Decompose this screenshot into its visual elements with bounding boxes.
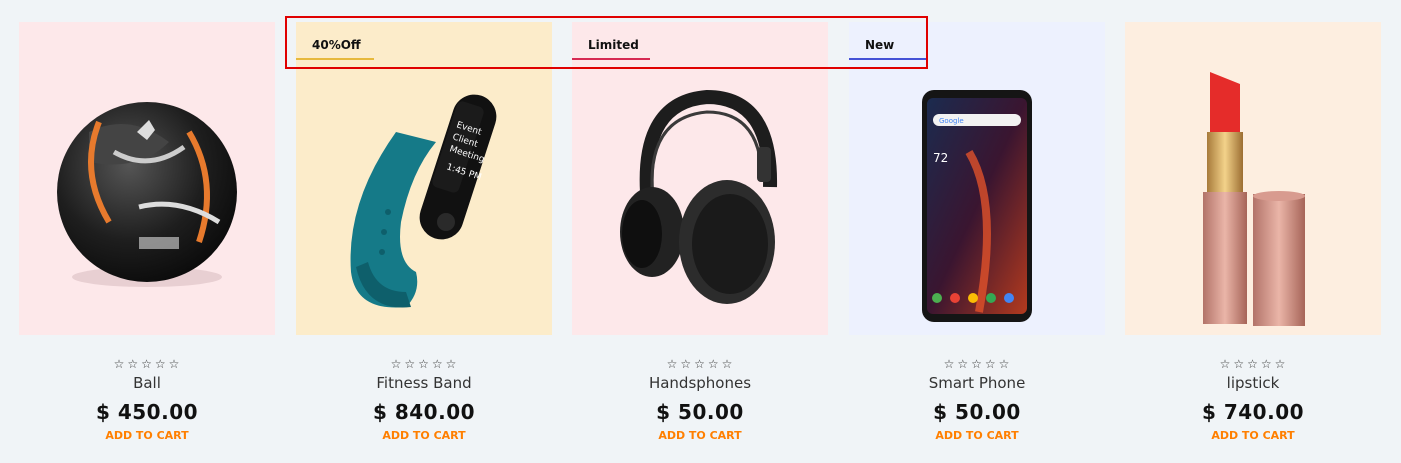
star-icon: ☆	[971, 357, 983, 371]
product-card-smart-phone[interactable]: New Google 72 ☆ ☆ ☆ ☆ ☆ Smart Phone $ 50…	[849, 22, 1105, 443]
product-price: $ 50.00	[656, 400, 744, 424]
badge-underline	[849, 58, 927, 60]
rating-stars: ☆ ☆ ☆ ☆ ☆	[572, 357, 828, 371]
product-name[interactable]: Ball	[19, 374, 275, 392]
star-icon: ☆	[680, 357, 693, 371]
product-grid: ☆ ☆ ☆ ☆ ☆ Ball $ 450.00 ADD TO CART 40%O…	[0, 0, 1401, 463]
product-image-box[interactable]: New Google 72	[849, 22, 1105, 335]
headphones-image	[620, 89, 778, 304]
add-to-cart-button[interactable]: ADD TO CART	[19, 429, 275, 443]
phone-temperature: 72	[933, 151, 948, 165]
phone-search-label: Google	[939, 117, 964, 125]
star-icon: ☆	[694, 357, 706, 371]
fitness-band-image: Event Client Meeting 1:45 PM	[350, 94, 497, 308]
rating-stars: ☆ ☆ ☆ ☆ ☆	[849, 357, 1105, 371]
star-icon: ☆	[1247, 357, 1259, 371]
smartphone-image: Google 72	[922, 90, 1032, 322]
football-image	[57, 102, 237, 287]
product-image-box[interactable]: 40%Off Event Client Meeting 1:45 PM	[296, 22, 552, 335]
star-icon: ☆	[721, 357, 734, 371]
lipstick-image	[1203, 72, 1305, 326]
limited-badge: Limited	[572, 36, 650, 60]
product-card-headphones[interactable]: Limited ☆ ☆ ☆ ☆ ☆ Handsphones $ 50.00 AD…	[572, 22, 828, 443]
star-icon: ☆	[957, 357, 970, 371]
badge-label: 40%Off	[312, 38, 361, 52]
star-icon: ☆	[707, 357, 720, 371]
star-icon: ☆	[431, 357, 444, 371]
star-icon: ☆	[666, 357, 679, 371]
star-icon: ☆	[418, 357, 430, 371]
product-price: $ 50.00	[933, 400, 1021, 424]
rating-stars: ☆ ☆ ☆ ☆ ☆	[296, 357, 552, 371]
product-name[interactable]: Fitness Band	[296, 374, 552, 392]
star-icon: ☆	[168, 357, 181, 371]
add-to-cart-button[interactable]: ADD TO CART	[1125, 429, 1381, 443]
star-icon: ☆	[984, 357, 997, 371]
product-image-box[interactable]: Limited	[572, 22, 828, 335]
product-name[interactable]: lipstick	[1125, 374, 1381, 392]
star-icon: ☆	[1260, 357, 1273, 371]
discount-badge: 40%Off	[296, 36, 374, 60]
star-icon: ☆	[390, 357, 403, 371]
product-card-fitness-band[interactable]: 40%Off Event Client Meeting 1:45 PM ☆ ☆ …	[296, 22, 552, 443]
star-icon: ☆	[154, 357, 167, 371]
badge-label: Limited	[588, 38, 639, 52]
star-icon: ☆	[1219, 357, 1232, 371]
star-icon: ☆	[1274, 357, 1287, 371]
rating-stars: ☆ ☆ ☆ ☆ ☆	[19, 357, 275, 371]
star-icon: ☆	[445, 357, 458, 371]
product-image-box[interactable]	[1125, 22, 1381, 335]
badge-underline	[296, 58, 374, 60]
star-icon: ☆	[998, 357, 1011, 371]
add-to-cart-button[interactable]: ADD TO CART	[296, 429, 552, 443]
badge-underline	[572, 58, 650, 60]
product-price: $ 450.00	[95, 400, 199, 424]
badge-label: New	[865, 38, 895, 52]
star-icon: ☆	[127, 357, 140, 371]
product-name[interactable]: Smart Phone	[849, 374, 1105, 392]
add-to-cart-button[interactable]: ADD TO CART	[572, 429, 828, 443]
product-card-ball[interactable]: ☆ ☆ ☆ ☆ ☆ Ball $ 450.00 ADD TO CART	[19, 22, 275, 443]
product-price: $ 740.00	[1201, 400, 1305, 424]
add-to-cart-button[interactable]: ADD TO CART	[849, 429, 1105, 443]
star-icon: ☆	[404, 357, 417, 371]
product-name[interactable]: Handsphones	[572, 374, 828, 392]
new-badge: New	[849, 36, 927, 60]
rating-stars: ☆ ☆ ☆ ☆ ☆	[1125, 357, 1381, 371]
star-icon: ☆	[1233, 357, 1246, 371]
star-icon: ☆	[141, 357, 153, 371]
star-icon: ☆	[943, 357, 956, 371]
product-price: $ 840.00	[372, 400, 476, 424]
star-icon: ☆	[113, 357, 126, 371]
product-image-box[interactable]	[19, 22, 275, 335]
product-card-lipstick[interactable]: ☆ ☆ ☆ ☆ ☆ lipstick $ 740.00 ADD TO CART	[1125, 22, 1381, 443]
